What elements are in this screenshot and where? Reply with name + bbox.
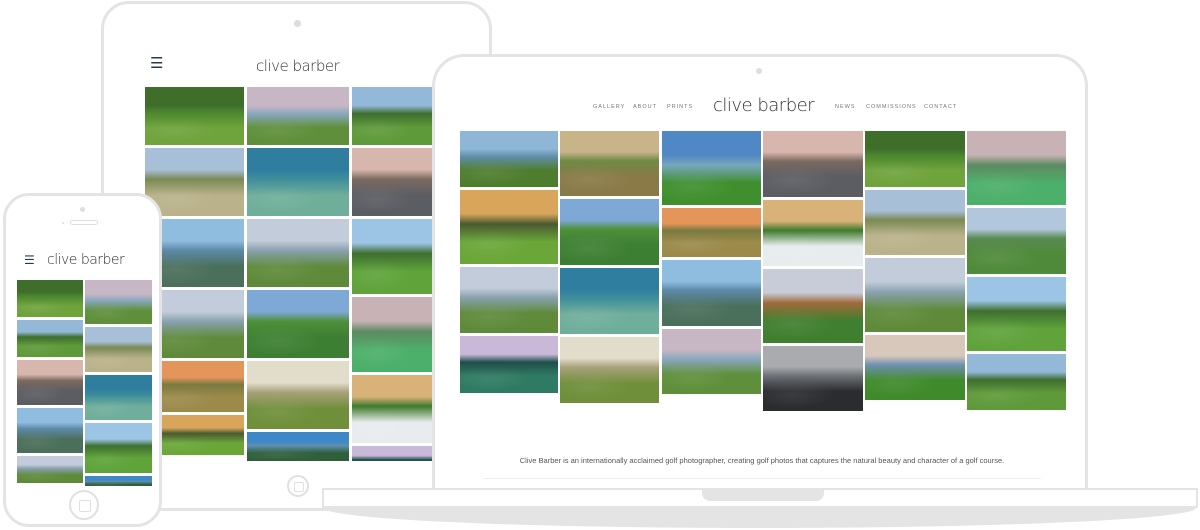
nav-prints[interactable]: Prints <box>667 104 693 110</box>
gallery-photo-links-sunset[interactable] <box>560 131 659 196</box>
gallery-photo-coastal-bunkers[interactable] <box>247 219 349 287</box>
gallery-photo-clubhouse-flowers[interactable] <box>763 131 863 197</box>
menu-icon[interactable]: ☰ <box>150 56 163 71</box>
site-logo[interactable]: clive barber <box>713 95 815 116</box>
gallery-photo-orange-dusk-dunes[interactable] <box>662 208 761 257</box>
laptop-foot <box>324 508 1196 528</box>
site-logo[interactable]: clive barber <box>256 57 340 75</box>
tablet-gallery-column <box>247 87 349 461</box>
nav-contact[interactable]: Contact <box>924 104 957 110</box>
laptop-device-frame: Gallery About Prints clive barber News C… <box>432 54 1088 499</box>
site-description: Clive Barber is an internationally accla… <box>519 456 1005 465</box>
gallery-photo-lake-tree-morning[interactable] <box>460 131 558 187</box>
phone-device-frame: ☰ clive barber <box>3 193 162 527</box>
gallery-photo-bunker-sunset[interactable] <box>763 200 863 266</box>
gallery-photo-woodland-bunker[interactable] <box>352 87 434 145</box>
laptop-gallery-column <box>662 131 761 394</box>
gallery-photo-dusk-teal[interactable] <box>460 336 558 393</box>
gallery-photo-woodland-bunker[interactable] <box>967 354 1066 410</box>
gallery-photo-lighthouse[interactable] <box>247 87 349 145</box>
gallery-photo-dunes-village[interactable] <box>85 327 152 372</box>
nav-commissions[interactable]: Commissions <box>866 104 917 110</box>
gallery-photo-woodland-bunker[interactable] <box>17 320 83 357</box>
gallery-photo-coastal-bunkers[interactable] <box>460 267 558 333</box>
nav-about[interactable]: About <box>633 104 657 110</box>
gallery-photo-oak-blue-mist[interactable] <box>560 268 659 334</box>
gallery-photo-oak-pond[interactable] <box>85 423 152 473</box>
gallery-photo-dusk-teal[interactable] <box>352 446 434 461</box>
laptop-screen: Gallery About Prints clive barber News C… <box>457 87 1067 499</box>
gallery-photo-oak-blue-mist[interactable] <box>85 375 152 420</box>
gallery-photo-horizon-green[interactable] <box>865 335 965 400</box>
phone-gallery-column <box>17 280 83 483</box>
tablet-camera <box>294 20 301 27</box>
phone-home-button[interactable] <box>69 490 99 520</box>
gallery-photo-bunker-sunset[interactable] <box>352 375 434 443</box>
gallery-photo-oak-pond[interactable] <box>352 219 434 294</box>
laptop-camera <box>756 68 762 74</box>
gallery-photo-rolling-green[interactable] <box>247 290 349 358</box>
gallery-photo-tall-pines-green[interactable] <box>662 131 761 205</box>
phone-camera <box>80 207 85 212</box>
gallery-photo-rolling-green[interactable] <box>560 199 659 265</box>
gallery-photo-sunburst-trees[interactable] <box>460 190 558 264</box>
laptop-gallery-column <box>460 131 558 393</box>
tablet-home-button[interactable] <box>287 475 309 497</box>
gallery-photo-autumn-ocean[interactable] <box>763 269 863 343</box>
laptop-opening-notch <box>702 489 824 501</box>
phone-sensor <box>62 222 64 224</box>
laptop-base <box>322 488 1198 508</box>
gallery-photo-forest-fairway[interactable] <box>865 131 965 187</box>
gallery-photo-oak-pond[interactable] <box>967 277 1066 351</box>
nav-news[interactable]: News <box>835 104 856 110</box>
laptop-gallery-column <box>967 131 1066 410</box>
gallery-photo-pine-dawn[interactable] <box>85 476 152 486</box>
gallery-photo-clubhouse-flowers[interactable] <box>352 148 434 216</box>
gallery-photo-clubhouse-flowers[interactable] <box>17 360 83 405</box>
gallery-photo-pastel-water-hazard[interactable] <box>352 297 434 372</box>
gallery-photo-misty-mountains[interactable] <box>560 337 659 403</box>
gallery-photo-pine-dawn[interactable] <box>247 432 349 461</box>
tablet-screen: ☰ clive barber <box>142 47 436 461</box>
gallery-photo-forest-fairway[interactable] <box>145 87 244 145</box>
laptop-gallery-column <box>865 131 965 400</box>
gallery-photo-coastal-bunkers[interactable] <box>17 456 83 483</box>
nav-gallery[interactable]: Gallery <box>593 104 625 110</box>
menu-icon[interactable]: ☰ <box>24 254 35 266</box>
tablet-gallery-column <box>352 87 434 461</box>
tablet-header: ☰ clive barber <box>142 47 436 83</box>
phone-gallery-column <box>85 280 152 486</box>
gallery-photo-forest-fairway[interactable] <box>17 280 83 317</box>
gallery-photo-black-white[interactable] <box>763 346 863 411</box>
divider <box>483 478 1041 479</box>
gallery-photo-dunes-village[interactable] <box>145 148 244 216</box>
gallery-photo-oak-blue-mist[interactable] <box>247 148 349 216</box>
gallery-photo-misty-mountains[interactable] <box>247 361 349 429</box>
gallery-photo-pastel-water-hazard[interactable] <box>967 131 1066 205</box>
gallery-photo-reflection-lake[interactable] <box>17 408 83 453</box>
gallery-photo-coastal-bunkers[interactable] <box>865 258 965 332</box>
phone-speaker <box>70 220 98 225</box>
gallery-photo-dunes-village[interactable] <box>865 190 965 255</box>
laptop-gallery-column <box>560 131 659 403</box>
gallery-photo-links-hills-green[interactable] <box>967 208 1066 274</box>
gallery-photo-reflection-lake[interactable] <box>662 260 761 326</box>
phone-screen: ☰ clive barber <box>15 246 153 486</box>
gallery-photo-lighthouse[interactable] <box>662 329 761 394</box>
site-logo[interactable]: clive barber <box>47 252 125 268</box>
gallery-photo-lighthouse[interactable] <box>85 280 152 324</box>
main-navigation: Gallery About Prints clive barber News C… <box>457 87 1067 127</box>
laptop-gallery-column <box>763 131 863 411</box>
